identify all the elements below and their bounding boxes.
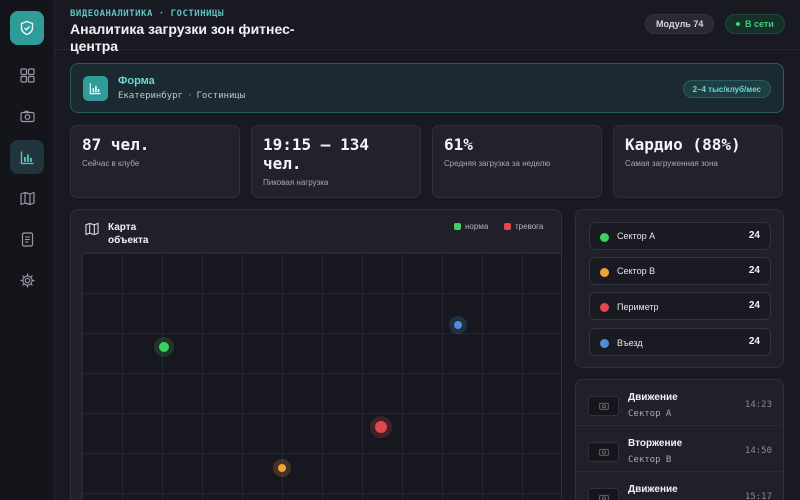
map-icon [19, 191, 35, 205]
sector-row-v[interactable]: Сектор В 24 [589, 257, 771, 285]
client-city: Екатеринбург [118, 91, 184, 101]
event-time: 15:17 [744, 492, 772, 500]
map-marker-perimeter[interactable] [370, 416, 392, 438]
event-time: 14:50 [744, 446, 772, 456]
sector-name: Периметр [617, 302, 659, 312]
stat-value: 87 чел. [82, 135, 150, 154]
stat-label: Средняя загрузка за неделю [444, 159, 551, 168]
sector-row-entrance[interactable]: Въезд 24 [589, 328, 771, 356]
legend-swatch [504, 223, 511, 230]
online-dot-icon [736, 22, 740, 26]
legend-swatch [454, 223, 461, 230]
event-thumbnail [588, 442, 619, 462]
dashboard-grid-icon [19, 67, 35, 83]
map-marker-entrance[interactable] [449, 316, 467, 334]
legend-item-normal: норма [454, 222, 488, 231]
document-icon [21, 231, 33, 247]
facility-map-panel: Карта объекта норма тревога [70, 209, 562, 500]
sector-row-a[interactable]: Сектор А 24 [589, 222, 771, 250]
sector-status-dot [600, 303, 609, 312]
event-thumbnail [588, 488, 619, 500]
sector-count: 24 [748, 336, 760, 347]
sector-status-dot [600, 268, 609, 277]
stat-card-busiest-zone: Кардио (88%) Самая загруженная зона [613, 125, 783, 198]
event-sector: Сектор А [628, 409, 672, 419]
map-title: Карта объекта [108, 222, 149, 246]
separator: · [187, 91, 193, 101]
pricing-chip: 2–4 тыс/клуб/мес [682, 80, 771, 98]
breadcrumb: ВИДЕОАНАЛИТИКА · ГОСТИНИЦЫ [70, 9, 224, 19]
map-marker-sector-a[interactable] [154, 337, 174, 357]
event-row[interactable]: Движение 15:17 [576, 472, 783, 500]
status-badge-label: В сети [745, 19, 774, 29]
stat-value: 61% [444, 135, 473, 154]
event-row[interactable]: Движение Сектор А 14:23 [576, 380, 783, 426]
legend-label: тревога [515, 222, 544, 231]
sidebar-item-settings[interactable] [10, 263, 44, 297]
event-title: Движение [628, 392, 678, 403]
banner-icon [83, 76, 108, 101]
shield-check-icon [20, 20, 34, 36]
camera-icon [19, 110, 35, 122]
stat-card-average: 61% Средняя загрузка за неделю [432, 125, 602, 198]
client-banner: Форма Екатеринбург · Гостиницы 2–4 тыс/клу… [70, 63, 784, 113]
sector-name: Сектор В [617, 266, 656, 276]
app-logo[interactable] [10, 11, 44, 45]
event-title: Движение [628, 484, 678, 495]
top-header: ВИДЕОАНАЛИТИКА · ГОСТИНИЦЫ Аналитика заг… [55, 0, 800, 54]
sector-count: 24 [748, 265, 760, 276]
camera-icon [598, 494, 609, 500]
stat-value: 19:15 — 134 чел. [263, 135, 369, 173]
page-title: Аналитика загрузки зон фитнес-центра [70, 21, 295, 54]
map-canvas[interactable] [81, 252, 561, 500]
sector-row-perimeter[interactable]: Периметр 24 [589, 292, 771, 320]
sector-status-dot [600, 233, 609, 242]
stat-value: Кардио (88%) [625, 135, 741, 154]
sidebar-item-analytics[interactable] [10, 140, 44, 174]
bar-chart-icon [20, 151, 33, 164]
events-panel: Движение Сектор А 14:23 Вторжение Сектор… [575, 379, 784, 500]
client-name: Форма [118, 75, 155, 87]
bar-chart-icon [89, 83, 101, 95]
map-icon [85, 222, 99, 236]
stat-card-current: 87 чел. Сейчас в клубе [70, 125, 240, 198]
legend-item-alarm: тревога [504, 222, 543, 231]
gear-icon [19, 272, 35, 288]
stat-label: Самая загруженная зона [625, 159, 718, 168]
sidebar-item-cameras[interactable] [10, 99, 44, 133]
sidebar-item-map[interactable] [10, 181, 44, 215]
event-thumbnail [588, 396, 619, 416]
event-title: Вторжение [628, 438, 683, 449]
marker-dot [454, 321, 462, 329]
marker-dot [375, 421, 387, 433]
sector-status-dot [600, 339, 609, 348]
sidebar-item-dashboard[interactable] [10, 58, 44, 92]
sector-name: Сектор А [617, 231, 656, 241]
sector-count: 24 [748, 300, 760, 311]
marker-dot [278, 464, 286, 472]
event-time: 14:23 [744, 400, 772, 410]
stat-label: Пиковая нагрузка [263, 178, 329, 187]
sidebar [0, 0, 55, 500]
sectors-panel: Сектор А 24 Сектор В 24 Периметр 24 Въез… [575, 209, 784, 368]
event-sector: Сектор В [628, 455, 672, 465]
legend-label: норма [465, 222, 489, 231]
stat-label: Сейчас в клубе [82, 159, 140, 168]
client-location: Екатеринбург · Гостиницы [118, 91, 245, 101]
map-marker-sector-v[interactable] [273, 459, 291, 477]
module-badge[interactable]: Модуль 74 [645, 14, 715, 34]
sector-name: Въезд [617, 338, 643, 348]
sector-count: 24 [748, 230, 760, 241]
sidebar-item-reports[interactable] [10, 222, 44, 256]
camera-icon [598, 402, 609, 410]
stat-card-peak: 19:15 — 134 чел. Пиковая нагрузка [251, 125, 421, 198]
marker-dot [159, 342, 169, 352]
camera-icon [598, 448, 609, 456]
status-badge: В сети [725, 14, 785, 34]
event-row[interactable]: Вторжение Сектор В 14:50 [576, 426, 783, 472]
client-category: Гостиницы [196, 91, 246, 101]
